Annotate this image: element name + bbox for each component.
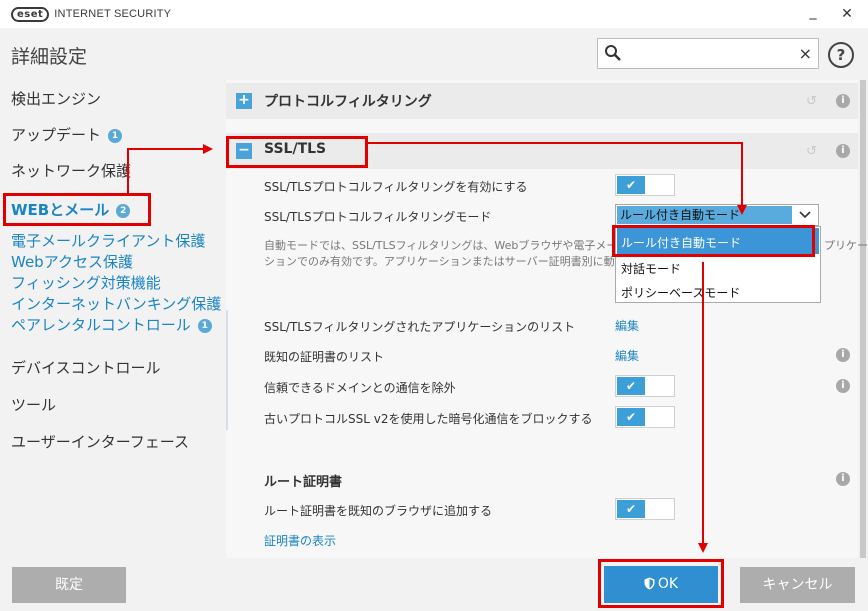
revert-icon[interactable]: ↺ bbox=[806, 94, 820, 109]
sidebar-item-network-protection[interactable]: ネットワーク保護 bbox=[11, 160, 131, 181]
footer-bar bbox=[0, 558, 868, 611]
sidebar-subitem-web-access-protection[interactable]: Webアクセス保護 bbox=[11, 251, 133, 272]
sidebar-item-detection-engine[interactable]: 検出エンジン bbox=[11, 88, 101, 109]
annotation-box-web-email bbox=[3, 193, 151, 226]
add-root-cert-toggle[interactable]: ✔ bbox=[615, 498, 675, 520]
description-line: 自動モードでは、SSL/TLSフィルタリングは、Webブラウザや電子メール bbox=[264, 239, 629, 252]
search-input[interactable] bbox=[626, 43, 786, 65]
title-bar: eset INTERNET SECURITY _ ✕ bbox=[0, 0, 868, 28]
sidebar-item-label: アップデート bbox=[11, 126, 102, 144]
sidebar-item-label: ユーザーインターフェース bbox=[11, 433, 190, 451]
sidebar-item-tools[interactable]: ツール bbox=[11, 394, 56, 415]
count-badge: 1 bbox=[197, 318, 212, 333]
scrollbar[interactable] bbox=[858, 80, 868, 558]
info-icon[interactable]: i bbox=[836, 144, 850, 158]
eset-logo: eset INTERNET SECURITY bbox=[11, 6, 171, 22]
ssl-filtering-mode-select[interactable]: ルール付き自動モード bbox=[615, 204, 819, 226]
logo-badge: eset bbox=[11, 6, 50, 22]
block-ssl2-label: 古いプロトコルSSL v2を使用した暗号化通信をブロックする bbox=[264, 412, 593, 426]
description-tail: プリケー bbox=[824, 239, 868, 252]
close-button[interactable]: ✕ bbox=[836, 4, 858, 24]
row-group-accent bbox=[226, 310, 228, 430]
annotation-box-ssl-tls bbox=[226, 136, 368, 168]
sidebar-item-device-control[interactable]: デバイスコントロール bbox=[11, 357, 161, 378]
info-icon[interactable]: i bbox=[836, 94, 850, 108]
cancel-button[interactable]: キャンセル bbox=[740, 567, 855, 603]
expand-icon[interactable]: + bbox=[236, 93, 252, 109]
sidebar-subitem-email-client-protection[interactable]: 電子メールクライアント保護 bbox=[11, 230, 205, 251]
info-icon[interactable]: i bbox=[836, 379, 850, 393]
exclude-trusted-label: 信頼できるドメインとの通信を除外 bbox=[264, 381, 456, 395]
edit-certs-link[interactable]: 編集 bbox=[615, 347, 639, 364]
clear-search-icon[interactable]: × bbox=[799, 43, 812, 65]
ssl-filtering-mode-label: SSL/TLSプロトコルフィルタリングモード bbox=[264, 210, 492, 224]
sidebar-item-user-interface[interactable]: ユーザーインターフェース bbox=[11, 431, 189, 452]
info-icon[interactable]: i bbox=[836, 472, 850, 486]
block-ssl2-toggle[interactable]: ✔ bbox=[615, 406, 675, 428]
maximize-button[interactable] bbox=[799, 4, 821, 24]
sidebar-item-update[interactable]: アップデート 1 bbox=[11, 124, 123, 145]
known-certs-list-label: 既知の証明書のリスト bbox=[264, 350, 385, 364]
enable-ssl-filtering-toggle[interactable]: ✔ bbox=[615, 174, 675, 196]
help-icon[interactable]: ? bbox=[828, 42, 854, 68]
add-root-cert-label: ルート証明書を既知のブラウザに追加する bbox=[264, 504, 493, 518]
revert-icon[interactable]: ↺ bbox=[806, 144, 820, 159]
check-icon: ✔ bbox=[617, 176, 645, 194]
check-icon: ✔ bbox=[617, 377, 645, 395]
show-cert-link[interactable]: 証明書の表示 bbox=[264, 532, 336, 549]
enable-ssl-filtering-label: SSL/TLSプロトコルフィルタリングを有効にする bbox=[264, 180, 528, 194]
sidebar-item-label: ペアレンタルコントロール bbox=[11, 316, 191, 334]
page-title: 詳細設定 bbox=[11, 46, 88, 68]
chevron-down-icon bbox=[799, 211, 811, 219]
sidebar-item-label: 検出エンジン bbox=[11, 90, 102, 108]
sidebar-subitem-parental-control[interactable]: ペアレンタルコントロール 1 bbox=[11, 314, 212, 335]
filtered-apps-list-label: SSL/TLSフィルタリングされたアプリケーションのリスト bbox=[264, 320, 576, 334]
search-box[interactable]: × bbox=[597, 38, 819, 69]
select-value: ルール付き自動モード bbox=[617, 206, 792, 224]
default-button[interactable]: 既定 bbox=[12, 567, 126, 603]
sidebar-item-label: デバイスコントロール bbox=[11, 359, 161, 377]
check-icon: ✔ bbox=[617, 408, 645, 426]
annotation-box-ok bbox=[598, 559, 724, 608]
exclude-trusted-toggle[interactable]: ✔ bbox=[615, 375, 675, 397]
scrollbar-thumb[interactable] bbox=[860, 80, 866, 558]
sidebar-subitem-banking-protection[interactable]: インターネットバンキング保護 bbox=[11, 293, 221, 314]
root-cert-title: ルート証明書 bbox=[264, 475, 343, 490]
edit-apps-link[interactable]: 編集 bbox=[615, 317, 639, 334]
dropdown-option-policy[interactable]: ポリシーベースモード bbox=[621, 284, 740, 301]
search-icon bbox=[605, 45, 621, 61]
sidebar-item-label: ツール bbox=[11, 396, 57, 414]
sidebar-item-label: ネットワーク保護 bbox=[11, 162, 132, 180]
info-icon[interactable]: i bbox=[836, 348, 850, 362]
product-name: INTERNET SECURITY bbox=[54, 8, 172, 20]
annotation-box-auto-mode bbox=[612, 225, 815, 257]
count-badge: 1 bbox=[108, 128, 123, 143]
check-icon: ✔ bbox=[617, 500, 645, 518]
section-title: プロトコルフィルタリング bbox=[264, 94, 432, 110]
dropdown-option-interactive[interactable]: 対話モード bbox=[621, 260, 681, 277]
sidebar-subitem-antiphishing[interactable]: フィッシング対策機能 bbox=[11, 272, 161, 293]
section-protocol-filtering[interactable]: + プロトコルフィルタリング ↺ i bbox=[226, 83, 858, 119]
